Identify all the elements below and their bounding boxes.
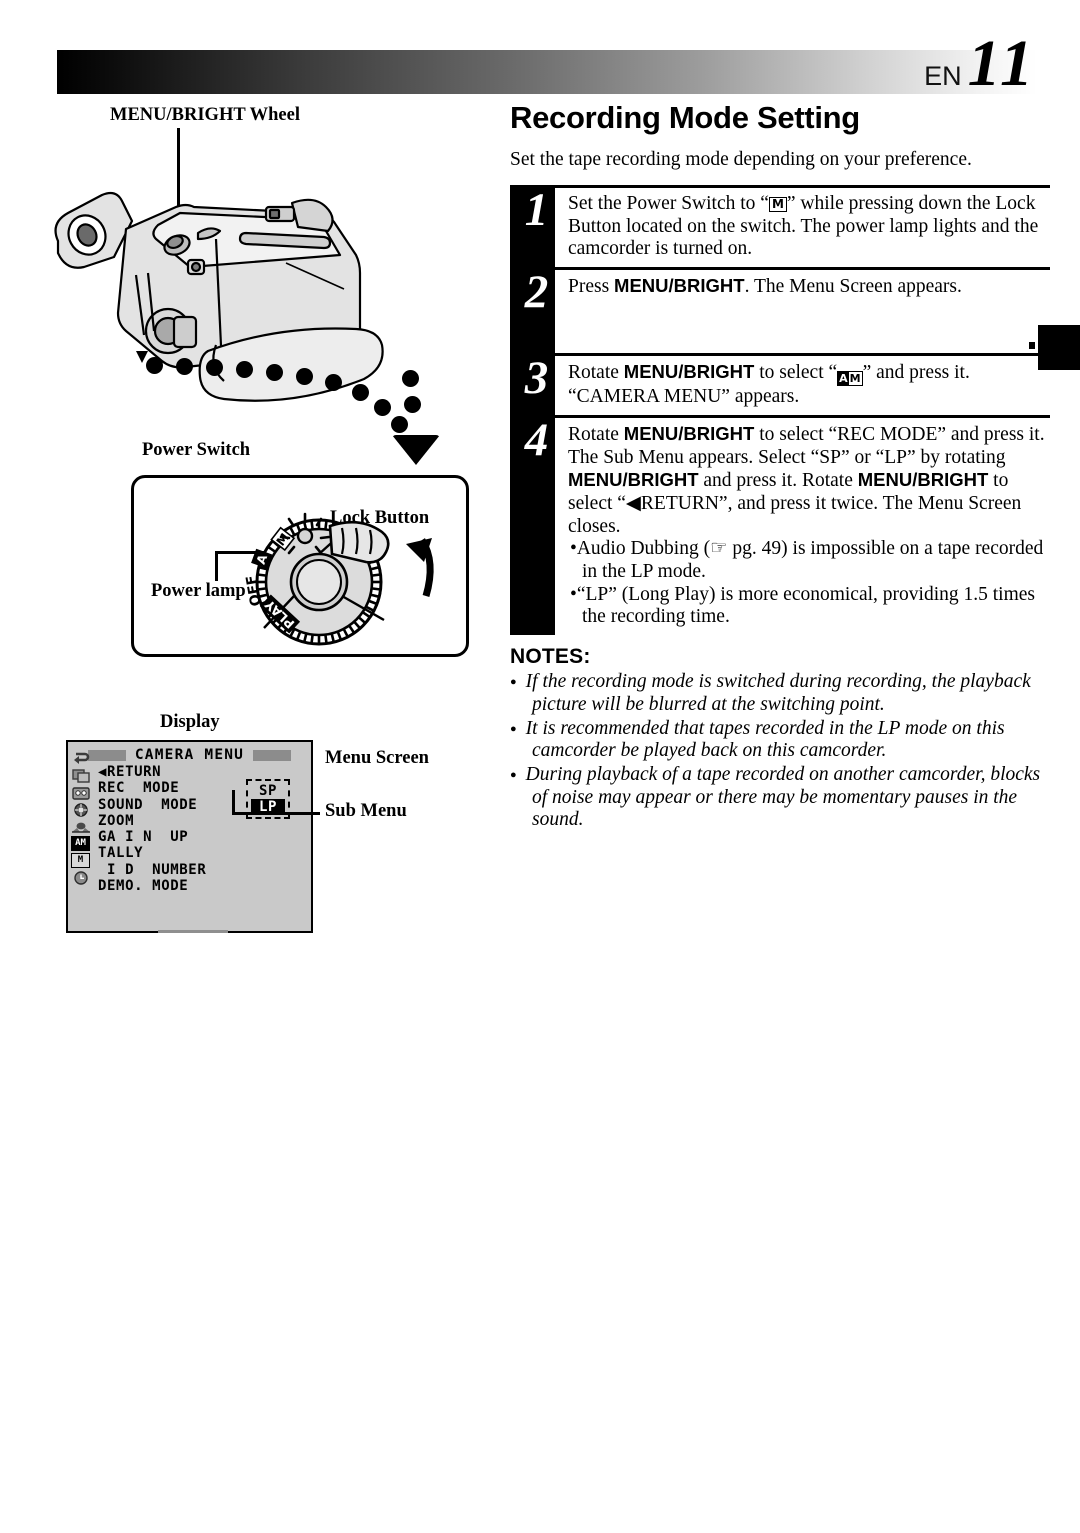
step-4-text: Rotate MENU/BRIGHT to select “REC MODE” … bbox=[568, 423, 1050, 635]
notes-heading: NOTES: bbox=[510, 645, 591, 669]
menu-item-return[interactable]: ◀RETURN bbox=[98, 764, 258, 780]
step-4-bullet-2: •“LP” (Long Play) is more economical, pr… bbox=[570, 583, 1035, 628]
menu-screen-label: Menu Screen bbox=[325, 748, 429, 768]
menu-item-zoom[interactable]: ZOOM bbox=[98, 813, 258, 829]
page-number: 11 bbox=[967, 27, 1036, 100]
main-content-column: Recording Mode Setting Set the tape reco… bbox=[510, 100, 1050, 832]
step-2-text-before: Press bbox=[568, 276, 615, 298]
language-code: EN bbox=[924, 61, 962, 91]
step-2: 2 Press MENU/BRIGHT. The Menu Screen app… bbox=[510, 267, 1050, 353]
step-3-text: Rotate MENU/BRIGHT to select “A M” and pr… bbox=[568, 361, 1050, 415]
step-3: 3 Rotate MENU/BRIGHT to select “A M” and … bbox=[510, 353, 1050, 415]
menu-bright-wheel-label: MENU/BRIGHT Wheel bbox=[110, 105, 300, 125]
cassette-icon bbox=[71, 785, 90, 800]
sub-menu-leader-horizontal bbox=[232, 812, 320, 815]
trail-dot bbox=[402, 370, 419, 387]
page-folio: EN 11 bbox=[924, 27, 1036, 100]
menu-title-row: CAMERA MENU bbox=[68, 747, 311, 763]
title-bar-left bbox=[87, 749, 126, 761]
step-1: 1 Set the Power Switch to “M” while pres… bbox=[510, 185, 1050, 267]
step-4-main-text: Rotate MENU/BRIGHT to select “REC MODE” … bbox=[568, 422, 1045, 537]
step-2-text-after: . The Menu Screen appears. bbox=[744, 276, 962, 298]
step-4-bullet-1-text: Audio Dubbing (☞ pg. 49) is impossible o… bbox=[576, 538, 1044, 583]
menu-item-id-number[interactable]: I D NUMBER bbox=[98, 862, 258, 878]
auto-manual-mode-glyph: AM bbox=[837, 371, 863, 387]
display-label: Display bbox=[160, 712, 220, 732]
trail-dot bbox=[266, 364, 283, 381]
trail-dot bbox=[176, 358, 193, 375]
step-1-number: 1 bbox=[524, 184, 549, 236]
trail-dot bbox=[296, 368, 313, 385]
trail-dot bbox=[404, 396, 421, 413]
sub-menu-option-sp[interactable]: SP bbox=[251, 783, 285, 799]
page-title: Recording Mode Setting bbox=[510, 100, 860, 135]
trail-dot bbox=[146, 357, 163, 374]
menu-item-gain-up[interactable]: GA I N UP bbox=[98, 829, 258, 845]
step-4-bullet-1: •Audio Dubbing (☞ pg. 49) is impossible … bbox=[570, 538, 1044, 583]
trail-dot bbox=[352, 384, 369, 401]
manual-mode-glyph: M bbox=[768, 197, 787, 212]
intro-text: Set the tape recording mode depending on… bbox=[510, 149, 972, 170]
trail-dot bbox=[236, 361, 253, 378]
power-switch-detail-box: Lock Button Power lamp M A OFF PLAY bbox=[131, 475, 469, 657]
step-3-bold: MENU/BRIGHT bbox=[623, 361, 755, 383]
menu-item-demo-mode[interactable]: DEMO. MODE bbox=[98, 878, 258, 894]
notes-section: NOTES: If the recording mode is switched… bbox=[510, 645, 1050, 832]
step-4: 4 Rotate MENU/BRIGHT to select “REC MODE… bbox=[510, 413, 1050, 635]
power-switch-label: Power Switch bbox=[142, 440, 251, 460]
notes-list: If the recording mode is switched during… bbox=[510, 671, 1050, 832]
camera-menu-screen: CAMERA MENU AM M ◀RETURN REC MODE SOUND … bbox=[66, 740, 313, 933]
step-2-text: Press MENU/BRIGHT. The Menu Screen appea… bbox=[568, 275, 1050, 305]
step-1-text: Set the Power Switch to “M” while pressi… bbox=[568, 193, 1050, 267]
step-2-bold: MENU/BRIGHT bbox=[614, 275, 745, 297]
page-header-gradient-bar bbox=[57, 50, 1037, 94]
trail-dot bbox=[391, 416, 408, 433]
power-dial-illustration: M A OFF PLAY bbox=[243, 512, 434, 646]
note-item: If the recording mode is switched during… bbox=[510, 671, 1050, 716]
menu-icon-column: AM M bbox=[68, 751, 93, 885]
note-item: During playback of a tape recorded on an… bbox=[510, 764, 1050, 832]
trail-dot bbox=[374, 399, 391, 416]
menu-item-list: ◀RETURN REC MODE SOUND MODE ZOOM GA I N … bbox=[98, 764, 258, 894]
menu-item-tally[interactable]: TALLY bbox=[98, 845, 258, 861]
aperture-icon bbox=[71, 802, 90, 817]
step-4-number: 4 bbox=[524, 413, 549, 466]
step-1-text-before: Set the Power Switch to “ bbox=[568, 193, 769, 214]
steps-list: 1 Set the Power Switch to “M” while pres… bbox=[510, 185, 1050, 635]
step-3-text-mid: to select “ bbox=[754, 362, 838, 384]
step-2-number: 2 bbox=[524, 266, 549, 319]
title-bar-right bbox=[253, 749, 292, 761]
trail-dot bbox=[325, 374, 342, 391]
step-4-bullet-2-text: “LP” (Long Play) is more economical, pro… bbox=[576, 583, 1035, 628]
step-3-number: 3 bbox=[524, 352, 549, 405]
auto-manual-icon: AM bbox=[71, 836, 90, 851]
step-3-text-before: Rotate bbox=[568, 362, 624, 384]
manual-icon: M bbox=[71, 853, 90, 868]
return-icon bbox=[71, 751, 90, 766]
clock-icon bbox=[71, 870, 90, 885]
menu-item-rec-mode-highlight: REC MODE bbox=[98, 780, 180, 797]
sub-menu-label: Sub Menu bbox=[325, 801, 407, 821]
copy-icon bbox=[71, 768, 90, 783]
note-item: It is recommended that tapes recorded in… bbox=[510, 718, 1050, 763]
menu-screen-bottom-notch bbox=[158, 930, 228, 933]
trail-dot bbox=[206, 359, 223, 376]
menu-title-text: CAMERA MENU bbox=[134, 747, 245, 763]
landscape-icon bbox=[71, 819, 90, 834]
trail-arrowhead bbox=[392, 435, 440, 465]
